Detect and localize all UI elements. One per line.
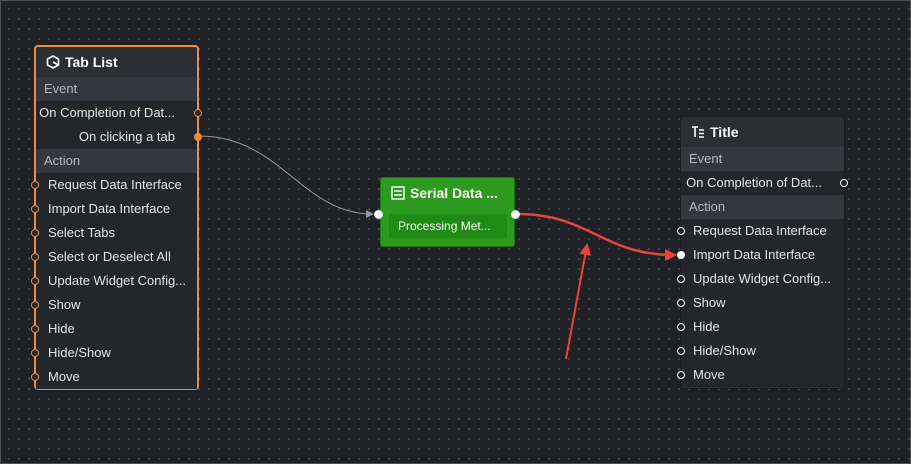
tab-list-node-header[interactable]: Tab List <box>36 47 197 77</box>
connection-tablist-to-serial[interactable] <box>198 135 374 218</box>
tab-list-action-update-config[interactable]: Update Widget Config... <box>31 269 197 293</box>
action-port-in[interactable] <box>677 275 685 283</box>
tab-list-action-hide[interactable]: Hide <box>31 317 197 341</box>
serial-data-output-port[interactable] <box>511 210 520 219</box>
action-port-in[interactable] <box>31 373 39 381</box>
serial-data-node-header[interactable]: Serial Data ... <box>381 178 514 208</box>
title-node-header[interactable]: Title <box>681 117 844 147</box>
title-action-show[interactable]: Show <box>677 291 844 315</box>
serial-data-node-title: Serial Data ... <box>410 185 498 201</box>
tab-list-node-title: Tab List <box>65 54 118 70</box>
tab-list-event-section: Event <box>36 77 197 101</box>
serial-data-icon <box>391 186 405 200</box>
tab-list-action-select-tabs[interactable]: Select Tabs <box>31 221 197 245</box>
action-port-in[interactable] <box>677 299 685 307</box>
action-port-in-connected[interactable] <box>677 251 685 259</box>
title-node-title: Title <box>710 124 739 140</box>
tab-list-event-click-tab[interactable]: On clicking a tab <box>36 125 202 149</box>
title-node[interactable]: Title Event On Completion of Dat... Acti… <box>677 116 848 389</box>
tab-list-action-select-all[interactable]: Select or Deselect All <box>31 245 197 269</box>
action-port-in[interactable] <box>31 349 39 357</box>
title-action-request-data[interactable]: Request Data Interface <box>677 219 844 243</box>
action-port-in[interactable] <box>31 253 39 261</box>
action-port-in[interactable] <box>31 301 39 309</box>
event-port-out[interactable] <box>840 179 848 187</box>
title-action-update-config[interactable]: Update Widget Config... <box>677 267 844 291</box>
tab-list-action-section: Action <box>36 149 197 173</box>
tab-list-action-move[interactable]: Move <box>31 365 197 389</box>
serial-data-input-port[interactable] <box>374 210 383 219</box>
title-action-hide[interactable]: Hide <box>677 315 844 339</box>
title-event-completion[interactable]: On Completion of Dat... <box>681 171 848 195</box>
title-event-section: Event <box>681 147 844 171</box>
connection-serial-to-title[interactable] <box>516 212 677 261</box>
annotation-arrow <box>565 243 592 360</box>
logic-canvas[interactable]: Tab List Event On Completion of Dat... O… <box>0 0 911 464</box>
action-port-in[interactable] <box>677 371 685 379</box>
action-port-in[interactable] <box>31 325 39 333</box>
title-action-move[interactable]: Move <box>677 363 844 387</box>
action-port-in[interactable] <box>31 277 39 285</box>
title-text-icon <box>692 126 704 138</box>
tab-list-action-hide-show[interactable]: Hide/Show <box>31 341 197 365</box>
event-port-out[interactable] <box>194 109 202 117</box>
tab-list-action-show[interactable]: Show <box>31 293 197 317</box>
serial-data-node[interactable]: Serial Data ... Processing Met... <box>380 177 515 247</box>
tab-list-node[interactable]: Tab List Event On Completion of Dat... O… <box>31 45 202 390</box>
tab-list-action-request-data[interactable]: Request Data Interface <box>31 173 197 197</box>
processing-method-item[interactable]: Processing Met... <box>389 214 507 238</box>
action-port-in[interactable] <box>677 227 685 235</box>
tab-list-action-import-data[interactable]: Import Data Interface <box>31 197 197 221</box>
title-action-import-data[interactable]: Import Data Interface <box>677 243 844 267</box>
title-action-hide-show[interactable]: Hide/Show <box>677 339 844 363</box>
tab-list-event-completion[interactable]: On Completion of Dat... <box>36 101 202 125</box>
event-port-out-connected[interactable] <box>194 133 202 141</box>
action-port-in[interactable] <box>31 205 39 213</box>
action-port-in[interactable] <box>31 229 39 237</box>
title-action-section: Action <box>681 195 844 219</box>
action-port-in[interactable] <box>31 181 39 189</box>
action-port-in[interactable] <box>677 347 685 355</box>
action-port-in[interactable] <box>677 323 685 331</box>
tab-list-icon <box>46 55 60 69</box>
